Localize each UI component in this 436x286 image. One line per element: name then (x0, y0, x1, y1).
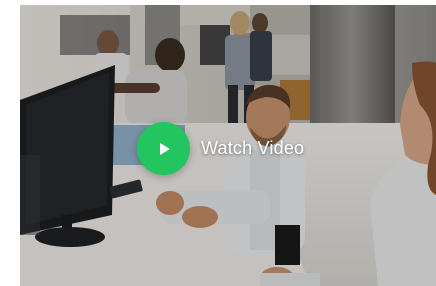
video-thumbnail[interactable]: Watch Video (20, 5, 436, 286)
play-icon (160, 142, 170, 155)
play-button[interactable] (137, 122, 190, 175)
watch-video-link[interactable]: Watch Video (137, 122, 304, 175)
page: Watch Video (0, 0, 436, 286)
watch-video-label[interactable]: Watch Video (201, 138, 304, 159)
